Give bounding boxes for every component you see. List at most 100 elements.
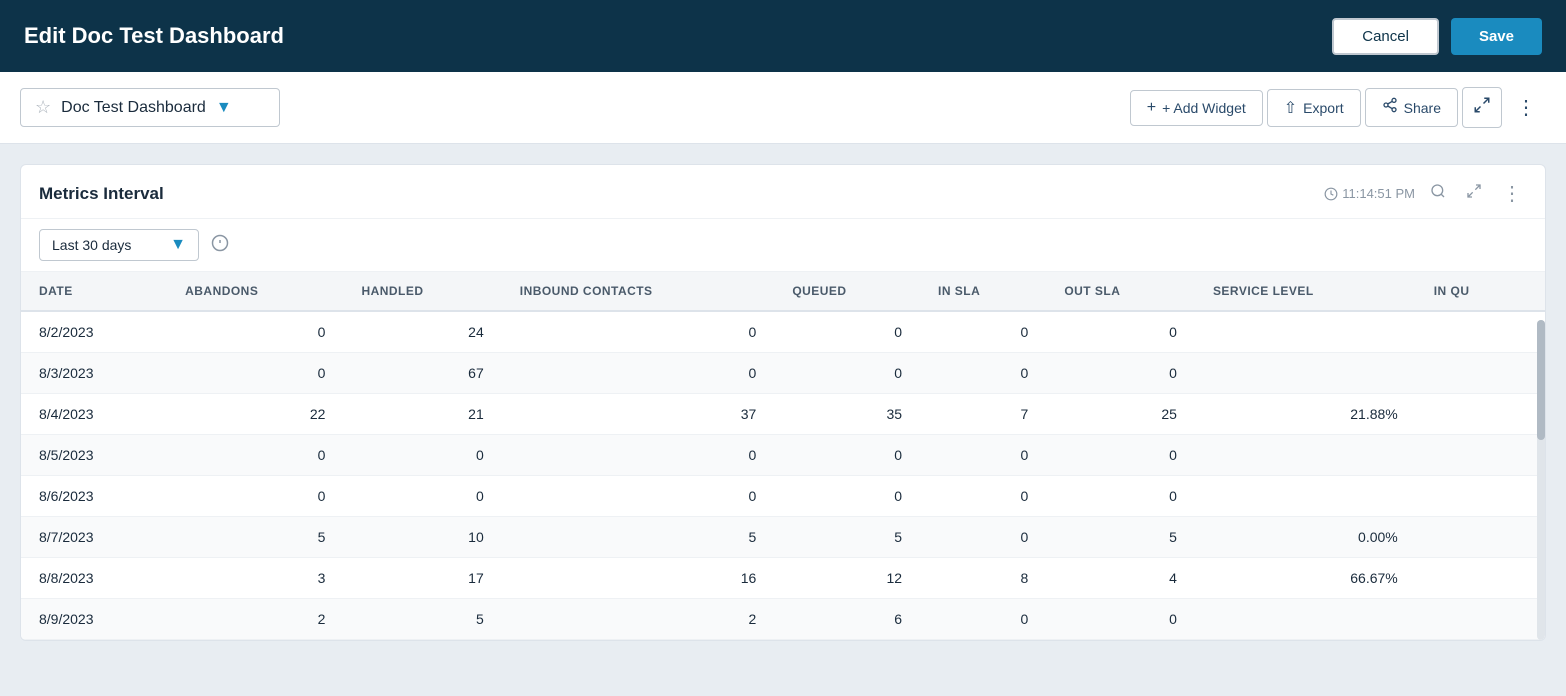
table-cell	[1416, 353, 1545, 394]
dashboard-selector[interactable]: ☆ Doc Test Dashboard ▼	[20, 88, 280, 127]
subheader-actions: + + Add Widget ⇧ Export Share ⋮	[1130, 87, 1546, 128]
table-row: 8/4/20232221373572521.88%	[21, 394, 1545, 435]
save-button[interactable]: Save	[1451, 18, 1542, 55]
table-cell	[1195, 435, 1416, 476]
widget-header: Metrics Interval 11:14:51 PM ⋮	[21, 165, 1545, 219]
interval-chevron-icon: ▼	[170, 236, 186, 254]
table-cell: 5	[1046, 517, 1195, 558]
table-row: 8/5/2023000000	[21, 435, 1545, 476]
fullscreen-button[interactable]	[1462, 87, 1502, 128]
table-cell: 0	[343, 435, 501, 476]
col-header-handled: HANDLED	[343, 272, 501, 311]
table-cell: 0	[774, 353, 920, 394]
col-header-out-sla: OUT SLA	[1046, 272, 1195, 311]
table-cell: 37	[502, 394, 775, 435]
table-cell: 0	[920, 517, 1046, 558]
table-cell: 5	[343, 599, 501, 640]
widget-subheader: Last 30 days ▼	[21, 219, 1545, 272]
content-area: Metrics Interval 11:14:51 PM ⋮ Last 30 d…	[0, 144, 1566, 661]
page-title: Edit Doc Test Dashboard	[24, 23, 284, 49]
col-header-queued: QUEUED	[774, 272, 920, 311]
table-cell: 12	[774, 558, 920, 599]
star-icon: ☆	[35, 97, 51, 118]
share-label: Share	[1404, 100, 1441, 116]
table-cell	[1416, 311, 1545, 353]
interval-dropdown[interactable]: Last 30 days ▼	[39, 229, 199, 261]
table-cell: 8/7/2023	[21, 517, 167, 558]
table-cell: 5	[774, 517, 920, 558]
col-header-inbound-contacts: INBOUND CONTACTS	[502, 272, 775, 311]
widget-more-button[interactable]: ⋮	[1497, 179, 1527, 208]
table-cell: 3	[167, 558, 343, 599]
table-cell: 0	[1046, 311, 1195, 353]
table-cell: 0	[774, 476, 920, 517]
widget-timestamp: 11:14:51 PM	[1324, 186, 1415, 201]
more-options-button[interactable]: ⋮	[1506, 87, 1546, 128]
table-cell	[1195, 476, 1416, 517]
export-icon: ⇧	[1284, 98, 1297, 118]
table-cell: 21.88%	[1195, 394, 1416, 435]
add-widget-button[interactable]: + + Add Widget	[1130, 90, 1263, 126]
table-cell: 7	[920, 394, 1046, 435]
metrics-table: DATE ABANDONS HANDLED INBOUND CONTACTS Q…	[21, 272, 1545, 640]
vertical-scrollbar[interactable]	[1537, 320, 1545, 640]
table-cell	[1195, 353, 1416, 394]
add-widget-label: + Add Widget	[1162, 100, 1246, 116]
table-row: 8/6/2023000000	[21, 476, 1545, 517]
table-cell: 0	[774, 435, 920, 476]
table-row: 8/3/20230670000	[21, 353, 1545, 394]
widget-header-right: 11:14:51 PM ⋮	[1324, 179, 1527, 208]
table-cell: 0	[1046, 435, 1195, 476]
table-cell: 8/5/2023	[21, 435, 167, 476]
table-cell	[1416, 599, 1545, 640]
export-button[interactable]: ⇧ Export	[1267, 89, 1361, 127]
share-button[interactable]: Share	[1365, 88, 1458, 127]
dashboard-name-label: Doc Test Dashboard	[61, 99, 206, 117]
table-cell: 0	[167, 311, 343, 353]
header-actions: Cancel Save	[1332, 18, 1542, 55]
table-cell: 0	[920, 599, 1046, 640]
widget-expand-button[interactable]	[1461, 181, 1487, 206]
table-cell: 8/4/2023	[21, 394, 167, 435]
table-cell	[1195, 599, 1416, 640]
table-row: 8/2/20230240000	[21, 311, 1545, 353]
plus-icon: +	[1147, 99, 1156, 117]
table-cell: 0	[502, 476, 775, 517]
table-cell: 0	[920, 435, 1046, 476]
table-cell: 6	[774, 599, 920, 640]
table-cell	[1416, 476, 1545, 517]
table-cell: 0	[343, 476, 501, 517]
col-header-date: DATE	[21, 272, 167, 311]
table-row: 8/9/2023252600	[21, 599, 1545, 640]
col-header-service-level: SERVICE LEVEL	[1195, 272, 1416, 311]
top-header: Edit Doc Test Dashboard Cancel Save	[0, 0, 1566, 72]
cancel-button[interactable]: Cancel	[1332, 18, 1439, 55]
table-cell: 17	[343, 558, 501, 599]
table-cell	[1416, 435, 1545, 476]
col-header-in-sla: IN SLA	[920, 272, 1046, 311]
info-icon[interactable]	[211, 234, 229, 257]
table-cell: 0	[167, 353, 343, 394]
table-cell: 0	[1046, 476, 1195, 517]
table-cell	[1416, 517, 1545, 558]
export-label: Export	[1303, 100, 1343, 116]
table-cell: 0.00%	[1195, 517, 1416, 558]
table-cell: 8/3/2023	[21, 353, 167, 394]
widget-search-button[interactable]	[1425, 181, 1451, 206]
table-header-row: DATE ABANDONS HANDLED INBOUND CONTACTS Q…	[21, 272, 1545, 311]
table-cell: 24	[343, 311, 501, 353]
table-cell: 0	[1046, 599, 1195, 640]
table-cell: 5	[167, 517, 343, 558]
clock-icon	[1324, 187, 1338, 201]
table-cell: 0	[1046, 353, 1195, 394]
scrollbar-thumb[interactable]	[1537, 320, 1545, 440]
table-cell: 0	[502, 435, 775, 476]
table-cell: 22	[167, 394, 343, 435]
table-cell: 8/9/2023	[21, 599, 167, 640]
data-table-container: DATE ABANDONS HANDLED INBOUND CONTACTS Q…	[21, 272, 1545, 640]
col-header-in-qu: IN QU	[1416, 272, 1545, 311]
table-cell	[1416, 394, 1545, 435]
widget-title: Metrics Interval	[39, 184, 164, 204]
table-cell: 4	[1046, 558, 1195, 599]
table-cell: 8/8/2023	[21, 558, 167, 599]
